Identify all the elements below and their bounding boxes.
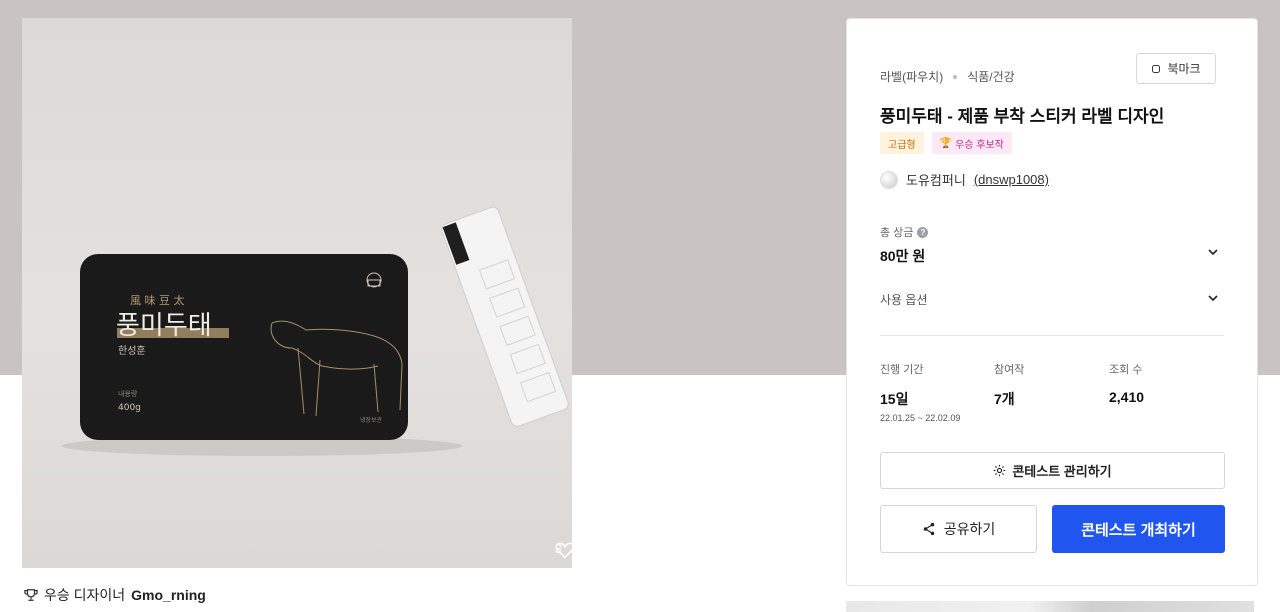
category-secondary[interactable]: 식품/건강 <box>967 68 1015 85</box>
label-brand: 풍미두태 <box>116 311 212 341</box>
stat-period: 진행 기간 15일 22.01.25 ~ 22.02.09 <box>880 361 960 423</box>
product-photo: 風 味 豆 太 풍미두태 한성훈 내용량 400g 냉장보관 <box>62 206 569 456</box>
trophy-icon <box>24 589 38 601</box>
winner-name[interactable]: Gmo_rning <box>131 587 206 603</box>
usage-options-label[interactable]: 사용 옵션 <box>880 291 928 308</box>
winner-prefix: 우승 디자이너 <box>44 587 126 603</box>
avatar <box>880 170 898 189</box>
trophy-icon: 🏆 <box>939 137 953 149</box>
label-subtitle: 한성훈 <box>118 344 146 357</box>
bookmark-icon <box>1152 64 1161 73</box>
category-primary[interactable]: 라벨(파우치) <box>880 68 943 85</box>
share-icon <box>923 522 934 536</box>
chevron-down-icon[interactable] <box>1207 292 1219 304</box>
like-counter[interactable]: 3 <box>555 541 572 559</box>
award-badge: 🏆 우승 후보작 <box>931 132 1012 154</box>
award-badge-label: 우승 후보작 <box>955 139 1004 151</box>
stat-entries: 참여작 7개 <box>994 361 1024 409</box>
share-label: 공유하기 <box>943 521 996 537</box>
stat-views-label: 조회 수 <box>1109 364 1143 376</box>
host-contest-button[interactable]: 콘테스트 개최하기 <box>1052 505 1225 553</box>
bookmark-button[interactable]: 북마크 <box>1136 53 1216 84</box>
label-weight: 400g <box>118 403 141 413</box>
company-name: 도유컴퍼니 <box>906 173 966 188</box>
stat-entries-label: 참여작 <box>994 364 1025 376</box>
winner-designer: 우승 디자이너 Gmo_rning <box>24 585 206 605</box>
stat-period-value: 15일 <box>880 391 909 407</box>
stat-views-value: 2,410 <box>1109 389 1145 405</box>
stat-views: 조회 수 2,410 <box>1109 361 1144 405</box>
chevron-down-icon[interactable] <box>1207 246 1219 258</box>
divider <box>880 335 1224 336</box>
gear-icon <box>994 464 1006 477</box>
page-title: 풍미두태 - 제품 부착 스티커 라벨 디자인 <box>880 107 1165 126</box>
bookmark-label: 북마크 <box>1167 62 1201 76</box>
label-storage: 냉장보관 <box>360 416 383 424</box>
label-weight-label: 내용량 <box>118 389 138 398</box>
contest-main-image[interactable]: 風 味 豆 太 풍미두태 한성훈 내용량 400g 냉장보관 3 <box>22 18 572 568</box>
stat-entries-value: 7개 <box>994 391 1015 407</box>
breadcrumb-separator <box>953 74 958 79</box>
prize-value: 80만 원 <box>880 248 926 264</box>
contest-info-panel: 라벨(파우치) 식품/건강 북마크 풍미두태 - 제품 부착 스티커 라벨 디자… <box>846 18 1258 586</box>
prize-label: 총 상금 ? <box>880 224 929 240</box>
manage-contest-button[interactable]: 콘테스트 관리하기 <box>880 452 1225 489</box>
help-icon[interactable]: ? <box>917 226 929 238</box>
label-hanja: 風 味 豆 太 <box>130 294 185 307</box>
share-button[interactable]: 공유하기 <box>880 505 1037 553</box>
related-content-preview <box>846 601 1254 612</box>
company-info[interactable]: 도유컴퍼니 (dnswp1008) <box>880 170 1049 189</box>
company-handle[interactable]: (dnswp1008) <box>974 172 1049 187</box>
prize-label-text: 총 상금 <box>880 227 914 239</box>
heart-icon <box>555 542 572 559</box>
stat-period-range: 22.01.25 ~ 22.02.09 <box>880 413 961 423</box>
badge-group: 고급형 🏆 우승 후보작 <box>880 132 1012 154</box>
manage-contest-label: 콘테스트 관리하기 <box>1012 464 1112 479</box>
stat-period-label: 진행 기간 <box>880 364 924 376</box>
breadcrumb: 라벨(파우치) 식품/건강 <box>880 68 1015 85</box>
premium-badge: 고급형 <box>880 132 924 154</box>
